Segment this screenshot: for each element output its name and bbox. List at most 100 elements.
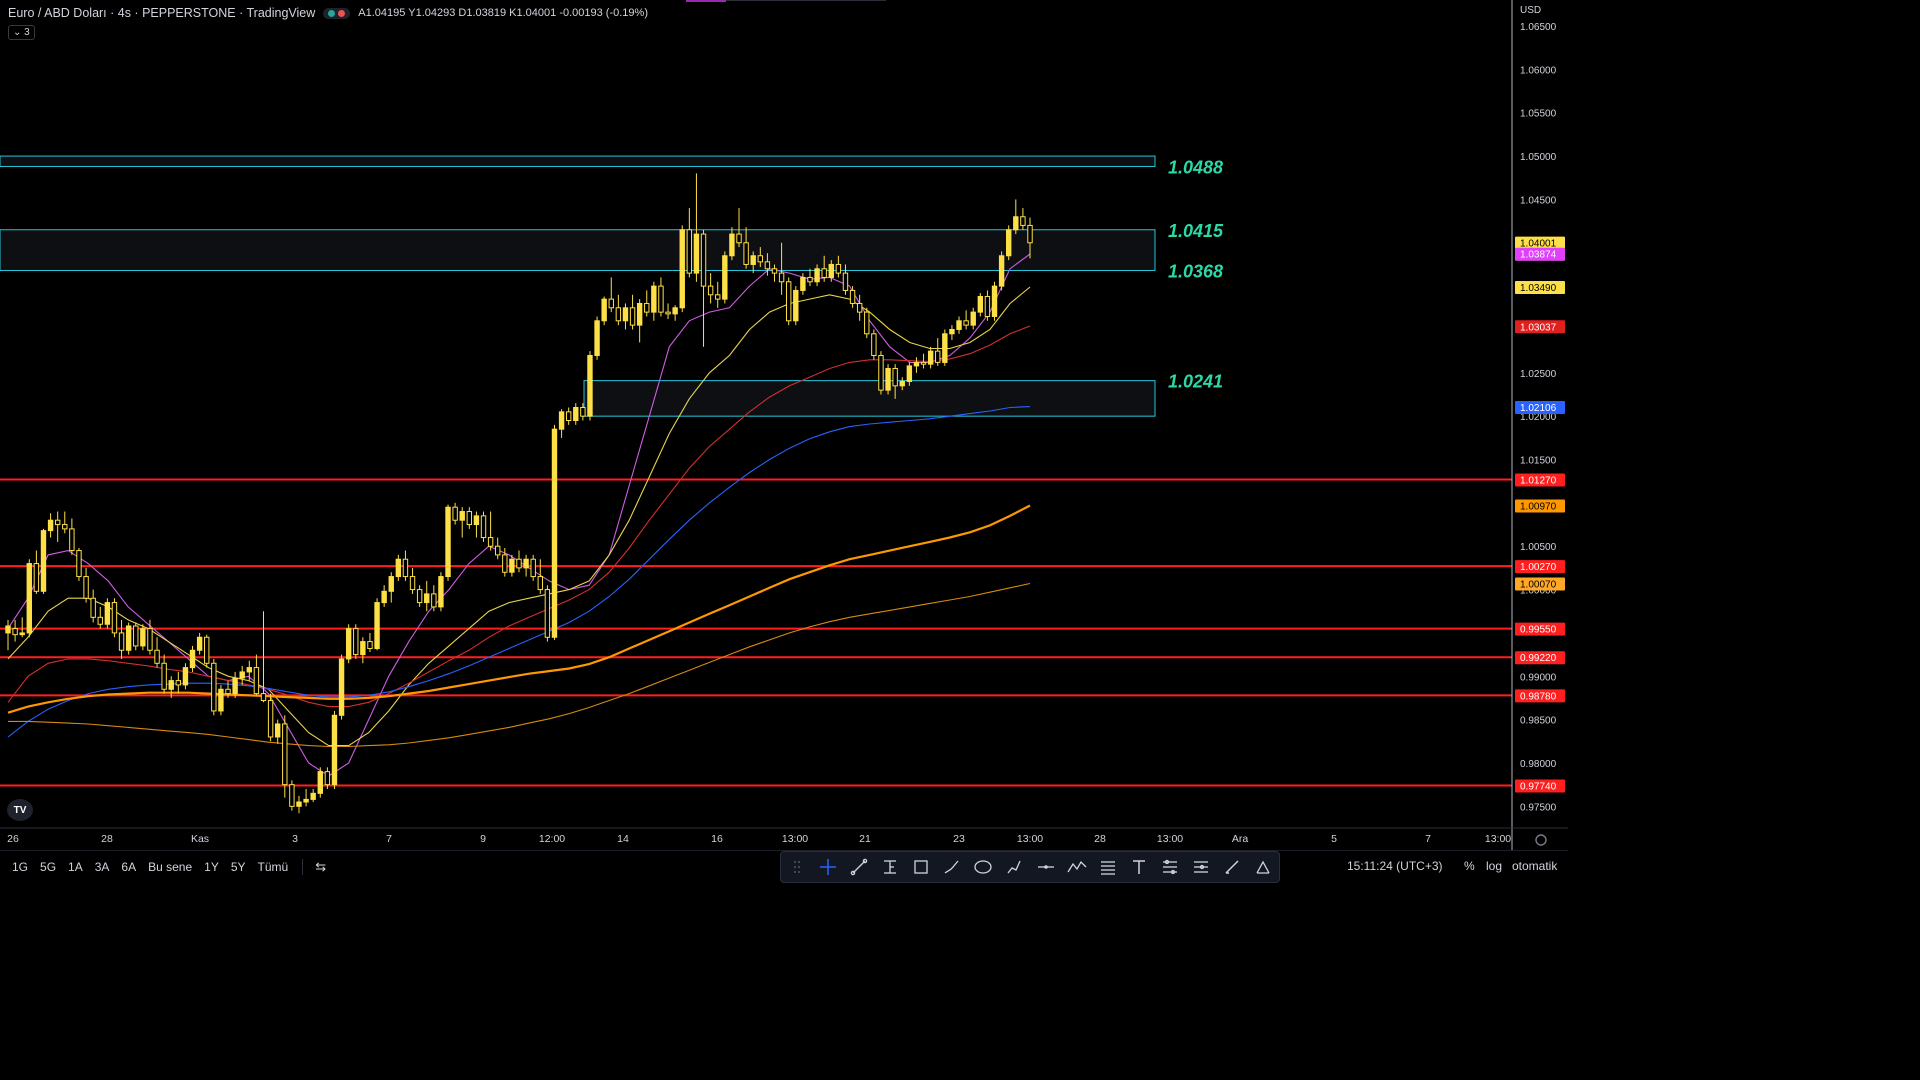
symbol-title[interactable]: Euro / ABD Doları · 4s · PEPPERSTONE · T… [8, 6, 315, 20]
chart-canvas[interactable]: 1.0488 1.0415 1.0368 1.0241 1.06500 1.06000 1… [0, 0, 1568, 882]
candle-body [871, 333, 877, 356]
pitchfork-icon[interactable] [1159, 856, 1181, 878]
clock-display[interactable]: 15:11:24 (UTC+3) [1347, 859, 1443, 873]
auto-scale-toggle[interactable]: otomatik [1512, 859, 1557, 873]
range-ytd[interactable]: Bu sene [142, 860, 198, 874]
candle [345, 624, 352, 664]
candle [409, 567, 416, 594]
candle [487, 511, 494, 551]
range-3m[interactable]: 3A [89, 860, 116, 874]
candle-body [764, 261, 771, 270]
candle [594, 316, 600, 360]
rectangle-icon[interactable] [910, 856, 932, 878]
market-status[interactable] [323, 7, 351, 19]
candle-body [729, 233, 735, 257]
trend-line-icon[interactable] [848, 856, 870, 878]
candle-body [864, 311, 870, 335]
gann-icon[interactable] [1190, 856, 1212, 878]
time-tick-label: 14 [617, 833, 629, 845]
candle-body [601, 298, 607, 322]
price-badge-label: 1.03874 [1520, 250, 1557, 261]
fib-icon[interactable] [879, 856, 901, 878]
candle-body [147, 628, 153, 651]
candle [196, 632, 203, 655]
candle [736, 208, 742, 248]
candle-body [274, 723, 281, 738]
range-6m[interactable]: 6A [115, 860, 142, 874]
tradingview-logo[interactable]: TV [7, 799, 33, 821]
horizontal-line-icon[interactable] [1035, 856, 1057, 878]
candle [644, 290, 650, 317]
candle-body [920, 361, 927, 365]
range-5y[interactable]: 5Y [225, 860, 252, 874]
grip-icon[interactable] [786, 856, 808, 878]
candle-body [161, 662, 167, 690]
legend-header[interactable]: Euro / ABD Doları · 4s · PEPPERSTONE · T… [8, 6, 648, 20]
candle [793, 286, 799, 326]
price-badge-label: 0.97740 [1520, 782, 1557, 793]
candle-body [452, 506, 458, 521]
candle-body [565, 411, 572, 422]
range-all[interactable]: Tümü [252, 860, 295, 874]
ruler-icon[interactable] [1221, 856, 1243, 878]
time-tick-label: 3 [292, 833, 298, 845]
candle [175, 671, 182, 694]
eraser-icon[interactable] [1252, 856, 1274, 878]
candle-body [502, 554, 508, 573]
brush-icon[interactable] [941, 856, 963, 878]
currency-label[interactable]: USD [1520, 5, 1541, 16]
date-range-icon[interactable]: ⇆ [311, 859, 330, 875]
time-tick-label: 7 [1425, 833, 1431, 845]
candle [438, 572, 444, 612]
candle-body [246, 667, 253, 673]
candle-body [778, 272, 785, 283]
candle [310, 788, 316, 802]
candle-body [459, 511, 465, 521]
support-resistance-zone[interactable] [583, 380, 1156, 417]
candle [622, 303, 629, 330]
range-1m[interactable]: 1A [62, 860, 89, 874]
candle-body [963, 320, 969, 326]
text-icon[interactable] [1128, 856, 1150, 878]
indicators-toggle[interactable]: ⌄ 3 [8, 25, 35, 40]
candle-body [835, 263, 842, 274]
parallel-channel-icon[interactable] [1097, 856, 1119, 878]
settings-gear-icon[interactable] [1535, 834, 1547, 846]
path-icon[interactable] [1003, 856, 1025, 878]
candle-body [977, 296, 984, 313]
candle [83, 567, 89, 603]
candle-body [480, 515, 487, 539]
candle [516, 550, 522, 573]
candle-body [175, 680, 182, 686]
range-1d[interactable]: 1G [6, 860, 34, 874]
candle [232, 671, 238, 698]
percent-toggle[interactable]: % [1464, 859, 1475, 873]
candle-body [1027, 224, 1033, 244]
price-badge-label: 0.99550 [1520, 625, 1557, 636]
candle-body [495, 545, 501, 556]
ellipse-icon[interactable] [972, 856, 994, 878]
log-toggle[interactable]: log [1486, 859, 1502, 873]
candle [431, 585, 437, 612]
moving-average-line [8, 582, 1031, 748]
candle [495, 537, 501, 560]
candle [530, 554, 536, 581]
crosshair-icon[interactable] [817, 856, 839, 878]
candle [125, 622, 132, 655]
candle [601, 296, 607, 326]
candle [998, 251, 1005, 291]
candle [984, 290, 991, 321]
candle [97, 606, 103, 629]
polyline-icon[interactable] [1066, 856, 1088, 878]
candle-body [750, 255, 756, 265]
candle-body [19, 632, 25, 636]
range-1y[interactable]: 1Y [198, 860, 225, 874]
candle [1013, 199, 1019, 235]
support-resistance-zone[interactable] [0, 229, 1156, 272]
candle-body [743, 242, 749, 265]
candle-body [956, 320, 962, 330]
candle-body [303, 798, 309, 803]
support-resistance-zone[interactable] [0, 155, 1156, 167]
range-5d[interactable]: 5G [34, 860, 62, 874]
candle-body [636, 302, 643, 326]
